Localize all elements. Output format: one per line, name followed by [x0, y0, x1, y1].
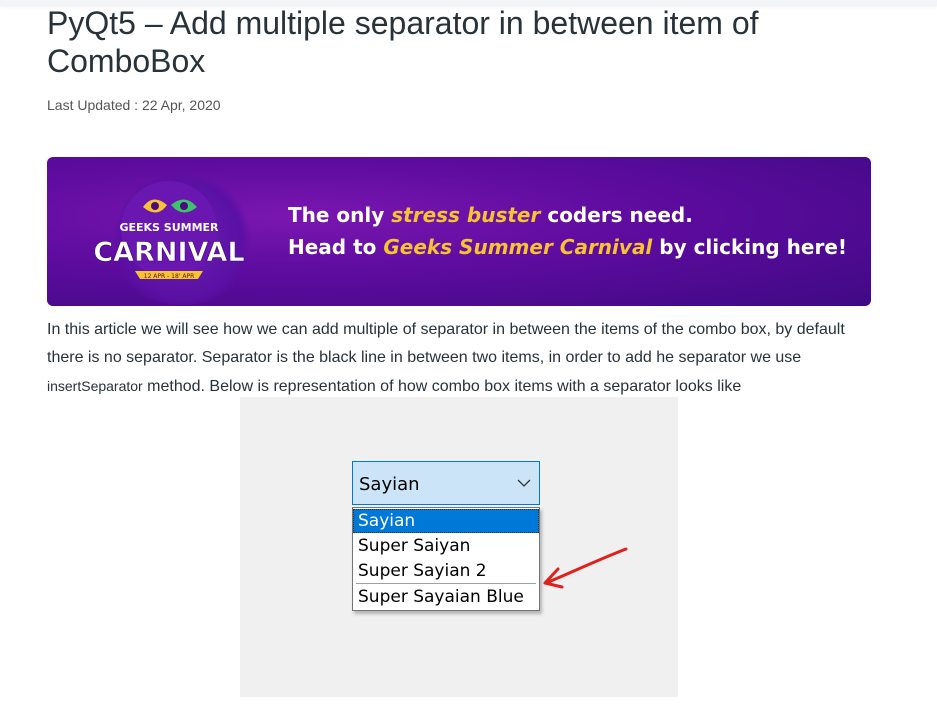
banner-tagline-1: The only stress buster coders need. — [288, 203, 693, 227]
combo-item[interactable]: Super Saiyan — [353, 534, 539, 558]
intro-paragraph: In this article we will see how we can a… — [47, 321, 845, 395]
svg-text:GEEKS SUMMER: GEEKS SUMMER — [119, 221, 219, 234]
last-updated: Last Updated : 22 Apr, 2020 — [47, 97, 221, 113]
combo-item[interactable]: Super Sayaian Blue — [353, 585, 539, 609]
combo-box[interactable]: Sayian — [352, 461, 540, 505]
svg-text:12 APR - 18' APR: 12 APR - 18' APR — [144, 273, 195, 280]
chevron-down-icon[interactable] — [517, 476, 531, 490]
combo-selected-value: Sayian — [359, 474, 420, 495]
inline-code: insertSeparator — [47, 378, 143, 394]
promo-banner[interactable]: GEEKS SUMMER CARNIVAL 12 APR - 18' APR T… — [47, 157, 871, 306]
combo-item[interactable]: Sayian — [353, 509, 539, 533]
article-title: PyQt5 – Add multiple separator in betwee… — [47, 5, 759, 79]
combobox-figure: Sayian Sayian Super Saiyan Super Sayian … — [240, 397, 678, 697]
combo-dropdown-list: Sayian Super Saiyan Super Sayian 2 Super… — [352, 507, 540, 611]
red-arrow-icon — [543, 547, 628, 589]
combo-item[interactable]: Super Sayian 2 — [353, 559, 539, 583]
combo-separator — [356, 583, 536, 584]
carnival-logo: GEEKS SUMMER CARNIVAL 12 APR - 18' APR — [93, 181, 245, 280]
banner-tagline-2: Head to Geeks Summer Carnival by clickin… — [288, 235, 848, 259]
svg-text:CARNIVAL: CARNIVAL — [93, 237, 244, 268]
